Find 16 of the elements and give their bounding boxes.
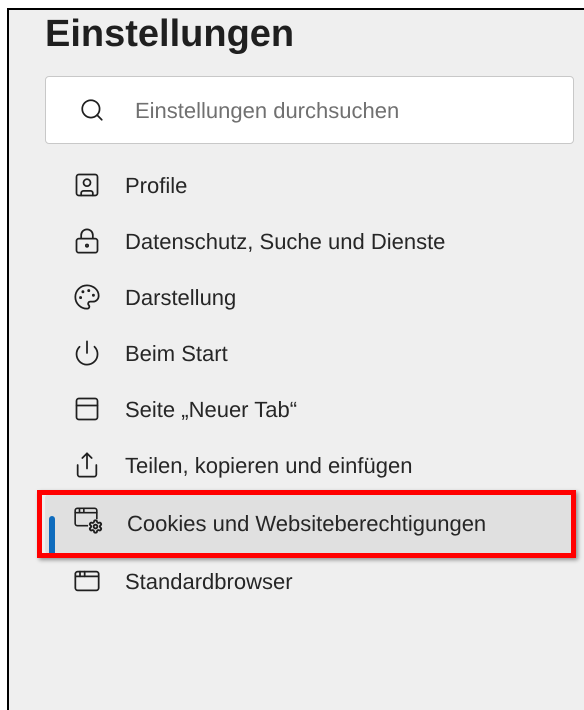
window-icon: [73, 395, 101, 423]
sidebar-item[interactable]: Profile: [45, 158, 574, 214]
search-icon: [79, 97, 105, 123]
page-title: Einstellungen: [45, 12, 296, 56]
lock-icon: [73, 227, 101, 255]
sidebar-item[interactable]: Standardbrowser: [45, 554, 574, 610]
sidebar-item[interactable]: Beim Start: [45, 326, 574, 382]
palette-icon: [73, 283, 101, 311]
profile-icon: [73, 171, 101, 199]
sidebar-item[interactable]: Datenschutz, Suche und Dienste: [45, 214, 574, 270]
sidebar-item[interactable]: Darstellung: [45, 270, 574, 326]
sidebar-item[interactable]: Seite „Neuer Tab“: [45, 382, 574, 438]
power-icon: [73, 339, 101, 367]
search-input[interactable]: Einstellungen durchsuchen: [135, 94, 573, 126]
search-field[interactable]: Einstellungen durchsuchen: [45, 76, 574, 144]
sidebar-item[interactable]: Teilen, kopieren und einfügen: [45, 438, 574, 494]
